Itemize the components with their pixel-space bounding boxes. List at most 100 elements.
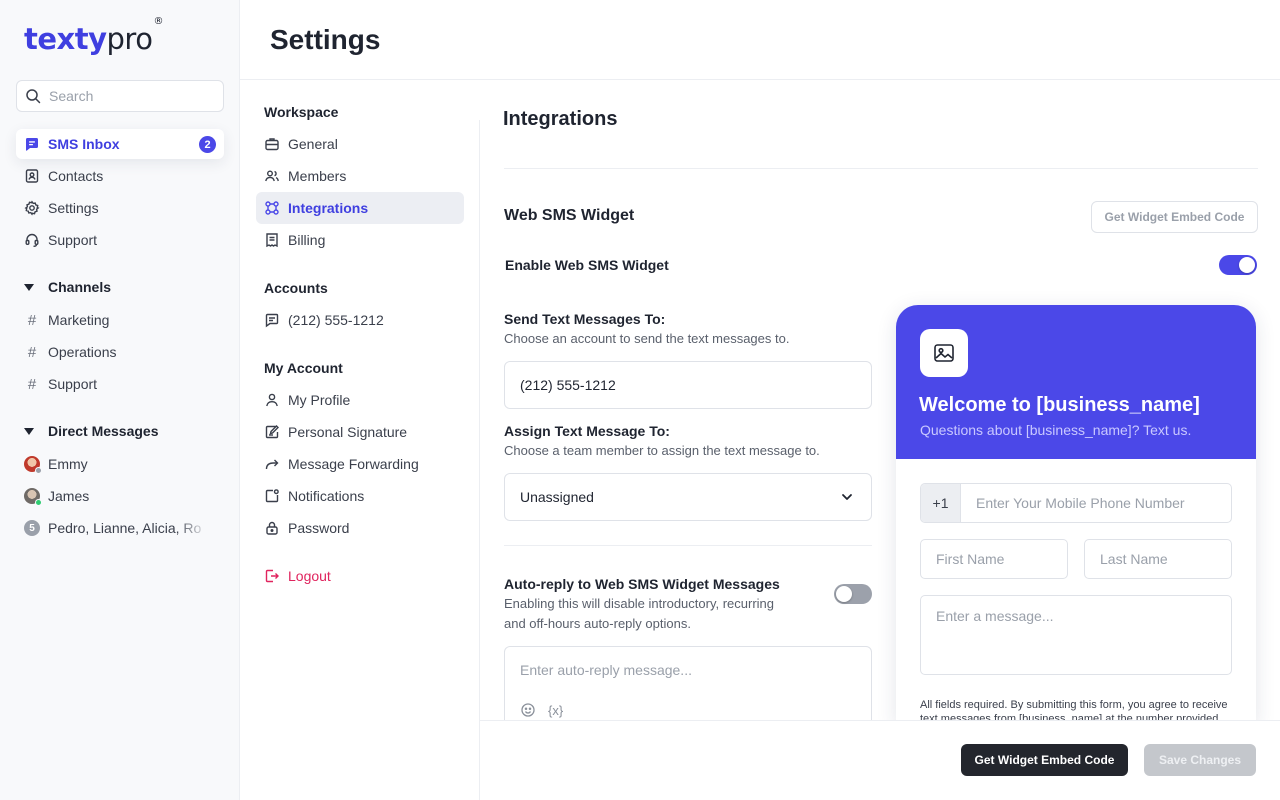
subnav-item-my-profile[interactable]: My Profile — [256, 384, 464, 416]
logo-registered-mark: ® — [153, 16, 163, 28]
message-icon — [265, 313, 279, 328]
autoreply-help-text-2: and off-hours auto-reply options. — [504, 616, 691, 631]
channel-item-support[interactable]: # Support — [16, 369, 224, 399]
subnav-item-integrations[interactable]: Integrations — [256, 192, 464, 224]
logout-link[interactable]: Logout — [256, 560, 464, 592]
subnav-label: Integrations — [288, 200, 369, 216]
gear-icon — [24, 200, 40, 216]
dm-item-james[interactable]: James — [16, 481, 224, 511]
subnav-label: Billing — [288, 232, 326, 248]
section-heading: Direct Messages — [48, 423, 159, 439]
enable-widget-toggle[interactable] — [1219, 255, 1257, 275]
sidebar-item-label: Support — [48, 232, 98, 248]
widget-preview: Welcome to [business_name] Questions abo… — [896, 305, 1256, 725]
dm-label: James — [48, 488, 90, 504]
sidebar: textypro® SMS Inbox 2 Contacts Settings … — [0, 0, 240, 800]
send-to-account-input[interactable]: (212) 555-1212 — [504, 361, 872, 409]
logo-text: texty — [24, 22, 107, 56]
send-to-help-text: Choose an account to send the text messa… — [504, 331, 790, 346]
avatar — [24, 456, 42, 474]
channel-label: Support — [48, 376, 98, 392]
channel-label: Operations — [48, 344, 117, 360]
subnav-label: Password — [288, 520, 350, 536]
section-heading: Channels — [48, 279, 112, 295]
hash-icon: # — [27, 311, 37, 329]
direct-messages-section-toggle[interactable]: Direct Messages — [24, 423, 159, 439]
channels-section-toggle[interactable]: Channels — [24, 279, 111, 295]
subnav-item-message-forwarding[interactable]: Message Forwarding — [256, 448, 464, 480]
page-title: Settings — [270, 24, 381, 55]
hash-icon: # — [27, 375, 37, 393]
channel-item-operations[interactable]: # Operations — [16, 337, 224, 367]
toggle-knob — [836, 586, 852, 602]
subnav-item-general[interactable]: General — [256, 128, 464, 160]
caret-down-icon — [24, 427, 34, 435]
widget-preview-title: Welcome to [business_name] — [919, 394, 1200, 416]
channel-item-marketing[interactable]: # Marketing — [16, 305, 224, 335]
assign-to-value: Unassigned — [520, 489, 594, 505]
assign-to-select[interactable]: Unassigned — [504, 473, 872, 521]
footer-get-widget-embed-code-button[interactable]: Get Widget Embed Code — [961, 744, 1128, 776]
widget-preview-header: Welcome to [business_name] Questions abo… — [896, 305, 1256, 459]
subnav-item-billing[interactable]: Billing — [256, 224, 464, 256]
field-divider — [504, 545, 872, 546]
headset-icon — [25, 233, 39, 247]
search-icon — [26, 89, 41, 104]
autoreply-toggle[interactable] — [834, 584, 872, 604]
sidebar-item-sms-inbox[interactable]: SMS Inbox 2 — [16, 129, 224, 159]
preview-phone-field[interactable]: +1 Enter Your Mobile Phone Number — [920, 483, 1232, 523]
search-box[interactable] — [16, 80, 224, 112]
emoji-icon[interactable] — [520, 702, 536, 718]
sidebar-item-settings[interactable]: Settings — [16, 193, 224, 223]
subnav-item-personal-signature[interactable]: Personal Signature — [256, 416, 464, 448]
subnav-label: Notifications — [288, 488, 365, 504]
sidebar-item-label: Contacts — [48, 168, 104, 184]
phone-placeholder: Enter Your Mobile Phone Number — [976, 495, 1185, 511]
widget-preview-subtitle: Questions about [business_name]? Text us… — [920, 422, 1192, 438]
last-name-placeholder: Last Name — [1100, 551, 1168, 567]
widget-title: Web SMS Widget — [504, 207, 635, 224]
subnav-label: Members — [288, 168, 347, 184]
image-icon — [934, 344, 954, 362]
save-changes-button[interactable]: Save Changes — [1144, 744, 1256, 776]
header-divider — [240, 79, 1280, 80]
autoreply-label: Auto-reply to Web SMS Widget Messages — [504, 576, 780, 592]
dm-label: Pedro, Lianne, Alicia, Ro — [48, 520, 202, 536]
subnav-item-password[interactable]: Password — [256, 512, 464, 544]
dm-item-emmy[interactable]: Emmy — [16, 449, 224, 479]
user-icon — [266, 393, 278, 407]
preview-first-name-field[interactable]: First Name — [920, 539, 1068, 579]
preview-message-field[interactable]: Enter a message... — [920, 595, 1232, 675]
unread-count-badge: 2 — [199, 136, 216, 153]
section-divider — [504, 168, 1258, 169]
hash-icon: # — [27, 343, 37, 361]
channel-label: Marketing — [48, 312, 110, 328]
subnav-item-members[interactable]: Members — [256, 160, 464, 192]
subnav-item-account-phone[interactable]: (212) 555-1212 — [256, 304, 464, 336]
toggle-knob — [1239, 257, 1255, 273]
autoreply-help-text: Enabling this will disable introductory,… — [504, 596, 774, 611]
autoreply-placeholder: Enter auto-reply message... — [520, 662, 692, 678]
send-to-label: Send Text Messages To: — [504, 311, 666, 327]
subnav-heading-workspace: Workspace — [264, 104, 339, 120]
search-input[interactable] — [49, 88, 209, 104]
subnav-item-notifications[interactable]: Notifications — [256, 480, 464, 512]
avatar — [24, 488, 42, 506]
app-logo[interactable]: textypro® — [24, 16, 163, 56]
textarea-toolbar: {x} — [520, 702, 563, 718]
sidebar-item-label: SMS Inbox — [48, 136, 120, 152]
subnav-label: Message Forwarding — [288, 456, 419, 472]
widget-logo-placeholder — [920, 329, 968, 377]
subnav-label: General — [288, 136, 338, 152]
dm-item-group[interactable]: 5 Pedro, Lianne, Alicia, Ro — [16, 513, 224, 543]
preview-last-name-field[interactable]: Last Name — [1084, 539, 1232, 579]
message-placeholder: Enter a message... — [936, 608, 1054, 624]
dm-label: Emmy — [48, 456, 88, 472]
get-widget-embed-code-button[interactable]: Get Widget Embed Code — [1091, 201, 1258, 233]
subnav-heading-my-account: My Account — [264, 360, 343, 376]
sidebar-item-support[interactable]: Support — [16, 225, 224, 255]
assign-to-label: Assign Text Message To: — [504, 423, 670, 439]
sidebar-item-contacts[interactable]: Contacts — [16, 161, 224, 191]
insert-variable-button[interactable]: {x} — [548, 703, 563, 718]
forward-icon — [265, 459, 279, 470]
